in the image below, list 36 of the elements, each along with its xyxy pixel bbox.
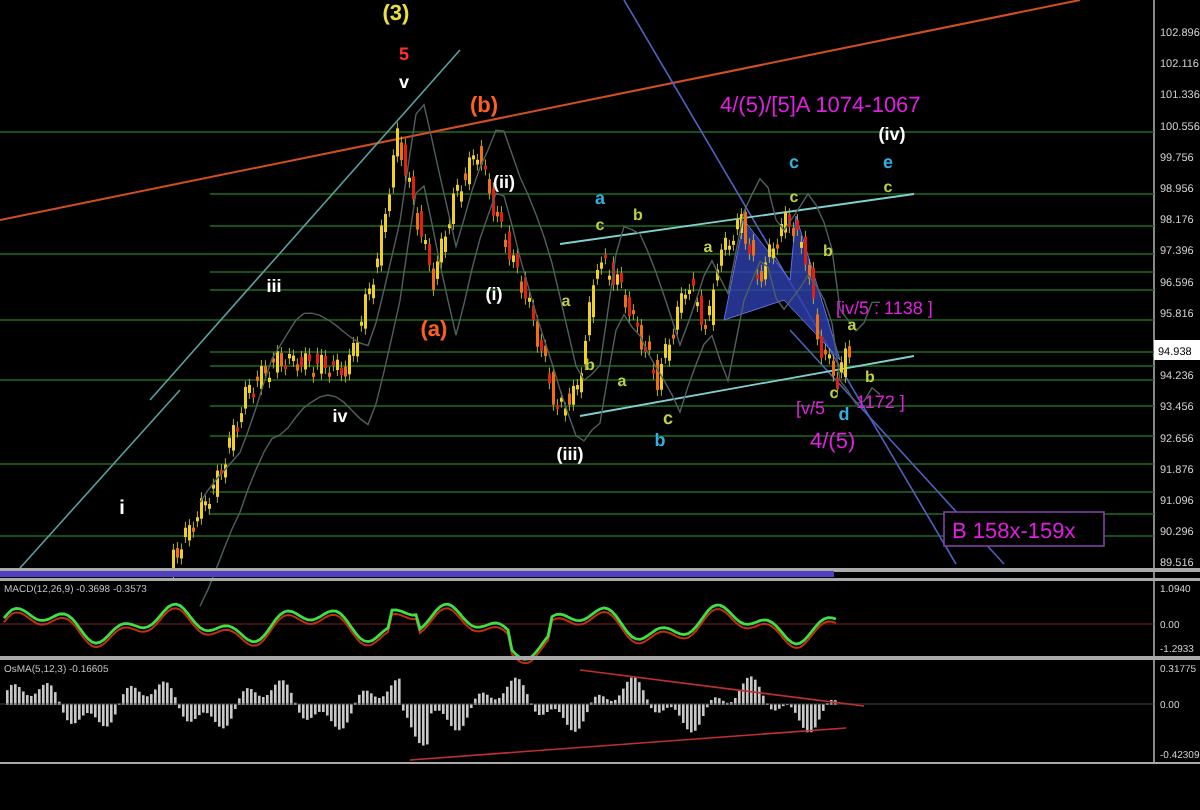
wave-label: e [883, 152, 893, 172]
wave-label: a [617, 372, 627, 390]
wave-label: 5 [399, 44, 409, 64]
wave-label: (b) [469, 94, 499, 118]
wave-label: c [663, 408, 673, 428]
wave-label: b [654, 430, 666, 450]
wave-label: c [829, 384, 839, 402]
wave-label: c [883, 178, 893, 196]
target-box: B 158x-159x [943, 511, 1105, 547]
wave-label: (i) [485, 284, 503, 304]
wave-label: (iii) [556, 444, 584, 464]
wave-annotation: [v/5 [796, 398, 826, 418]
wave-label: iii [266, 276, 282, 296]
wave-annotation: 4/(5)/[5]A 1074-1067 [720, 94, 921, 118]
wave-label: (3) [382, 2, 410, 26]
wave-label: a [703, 238, 713, 256]
wave-label: c [789, 188, 799, 206]
wave-annotation: [iv/5 : 1138 ] [836, 298, 933, 318]
wave-label: a [595, 188, 605, 208]
wave-label: c [595, 216, 605, 234]
wave-label: b [633, 206, 643, 224]
wave-label: d [838, 404, 850, 424]
wave-annotation: 4/(5) [810, 430, 856, 454]
wave-annotation: 1172 ] [856, 392, 905, 412]
wave-label: (ii) [493, 172, 515, 192]
wave-label: v [399, 72, 409, 92]
wave-label: a [847, 316, 857, 334]
wave-label: a [561, 292, 571, 310]
wave-label: b [585, 356, 595, 374]
wave-label: c [789, 152, 799, 172]
wave-label: iv [332, 406, 348, 426]
wave-label: i [119, 498, 125, 520]
wave-label: (a) [420, 318, 448, 342]
wave-label: b [865, 368, 875, 386]
wave-label: b [823, 242, 833, 260]
wave-label: (iv) [878, 124, 906, 144]
